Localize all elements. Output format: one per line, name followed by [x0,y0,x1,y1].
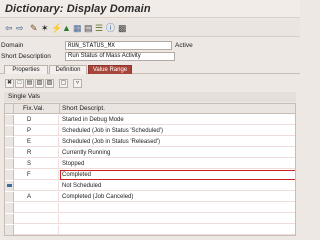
table-row[interactable]: E Scheduled (Job in Status 'Released') [5,137,295,147]
description-cell[interactable]: Currently Running [60,148,295,158]
sort-icon[interactable]: ▢ [59,79,68,88]
table-row[interactable]: S Stopped [5,159,295,169]
check-icon[interactable]: ✶ [41,22,49,34]
object-list-icon[interactable]: ▦ [73,22,82,34]
description-cell[interactable] [60,203,295,213]
table-row[interactable] [5,203,295,213]
description-cell[interactable]: Scheduled (Job in Status 'Scheduled') [60,126,295,136]
fix-val-cell[interactable]: P [15,126,59,136]
display-change-icon[interactable]: ✎ [30,22,38,34]
insert-row-icon[interactable]: ▧ [35,79,44,88]
description-cell[interactable]: Started in Debug Mode [60,115,295,125]
single-values-table: Fix.Val. Short Descript. D Started in De… [4,103,296,236]
other-object-icon[interactable]: ▩ [118,22,127,34]
row-selector[interactable] [5,159,14,169]
row-selector[interactable] [5,126,14,136]
description-cell-focused[interactable]: Completed [60,170,295,180]
delete-row-icon[interactable]: ▨ [45,79,54,88]
details-icon[interactable]: ✖ [5,79,14,88]
select-all-icon[interactable]: □ [15,79,24,88]
table-row[interactable]: D Started in Debug Mode [5,115,295,125]
table-row[interactable] [5,225,295,235]
tab-strip: Properties Definition Value Range [0,64,300,74]
description-cell[interactable]: Not Scheduled [60,181,295,191]
display-object-icon[interactable]: ▤ [84,22,93,34]
row-selector[interactable] [5,148,14,158]
fix-val-cell[interactable]: R [15,148,59,158]
fix-val-cell[interactable]: D [15,115,59,125]
row-selector[interactable] [5,192,14,202]
row-selector[interactable] [5,137,14,147]
window-title-bar: Dictionary: Display Domain [0,0,300,18]
description-cell[interactable]: Scheduled (Job in Status 'Released') [60,137,295,147]
table-header: Fix.Val. Short Descript. [5,104,295,114]
table-row[interactable]: R Currently Running [5,148,295,158]
fix-val-cell[interactable]: F [15,170,59,180]
filter-icon[interactable]: ▿ [73,79,82,88]
description-cell[interactable]: Completed (Job Canceled) [60,192,295,202]
domain-label: Domain [1,42,24,49]
description-cell[interactable]: Stopped [60,159,295,169]
domain-status: Active [175,42,193,49]
where-used-icon[interactable]: ▲ [62,22,71,34]
info-icon[interactable]: ⓘ [106,22,115,34]
row-selector[interactable] [5,225,14,235]
short-description-label: Short Description [1,53,51,60]
grid-title: Single Vals [4,92,296,102]
table-row[interactable]: A Completed (Job Canceled) [5,192,295,202]
description-cell[interactable] [60,225,295,235]
fix-val-cell[interactable] [15,181,59,191]
row-selector-marked[interactable] [5,181,14,191]
table-row[interactable]: F Completed [5,170,295,180]
select-all-cell[interactable] [5,104,14,114]
tab-value-range[interactable]: Value Range [88,65,132,74]
tab-definition[interactable]: Definition [49,65,87,74]
copy-icon[interactable]: ▤ [25,79,34,88]
fix-val-cell[interactable]: S [15,159,59,169]
short-description-row: Short Description Run Status of Mass Act… [0,52,300,62]
window-title: Dictionary: Display Domain [5,3,151,15]
fix-val-cell[interactable]: E [15,137,59,147]
fix-val-cell[interactable] [15,225,59,235]
domain-field[interactable]: RUN_STATUS_MX [65,41,172,50]
fix-val-cell[interactable]: A [15,192,59,202]
short-description-field[interactable]: Run Status of Mass Activity [65,52,175,61]
column-header-fix-val[interactable]: Fix.Val. [15,105,59,112]
domain-row: Domain RUN_STATUS_MX Active [0,41,300,51]
application-toolbar: ⇦ ⇨ ✎ ✶ ⚡ ▲ ▦ ▤ ☰ ⓘ ▩ [0,19,300,37]
column-header-short-descript[interactable]: Short Descript. [60,105,220,112]
description-cell[interactable] [60,214,295,224]
table-row[interactable]: P Scheduled (Job in Status 'Scheduled') [5,126,295,136]
fix-val-cell[interactable] [15,214,59,224]
forward-arrow-icon[interactable]: ⇨ [16,22,24,34]
row-selector[interactable] [5,214,14,224]
tab-properties[interactable]: Properties [4,65,48,74]
row-selector[interactable] [5,170,14,180]
table-row[interactable]: Not Scheduled [5,181,295,191]
value-range-panel: ✖ □ ▤ ▧ ▨ ▢ ▿ Single Vals Fix.Val. Short… [0,75,300,236]
row-selector[interactable] [5,203,14,213]
table-row[interactable] [5,214,295,224]
back-arrow-icon[interactable]: ⇦ [5,22,13,34]
row-selector[interactable] [5,115,14,125]
hierarchy-icon[interactable]: ☰ [95,22,103,34]
activate-icon[interactable]: ⚡ [51,22,62,34]
fix-val-cell[interactable] [15,203,59,213]
